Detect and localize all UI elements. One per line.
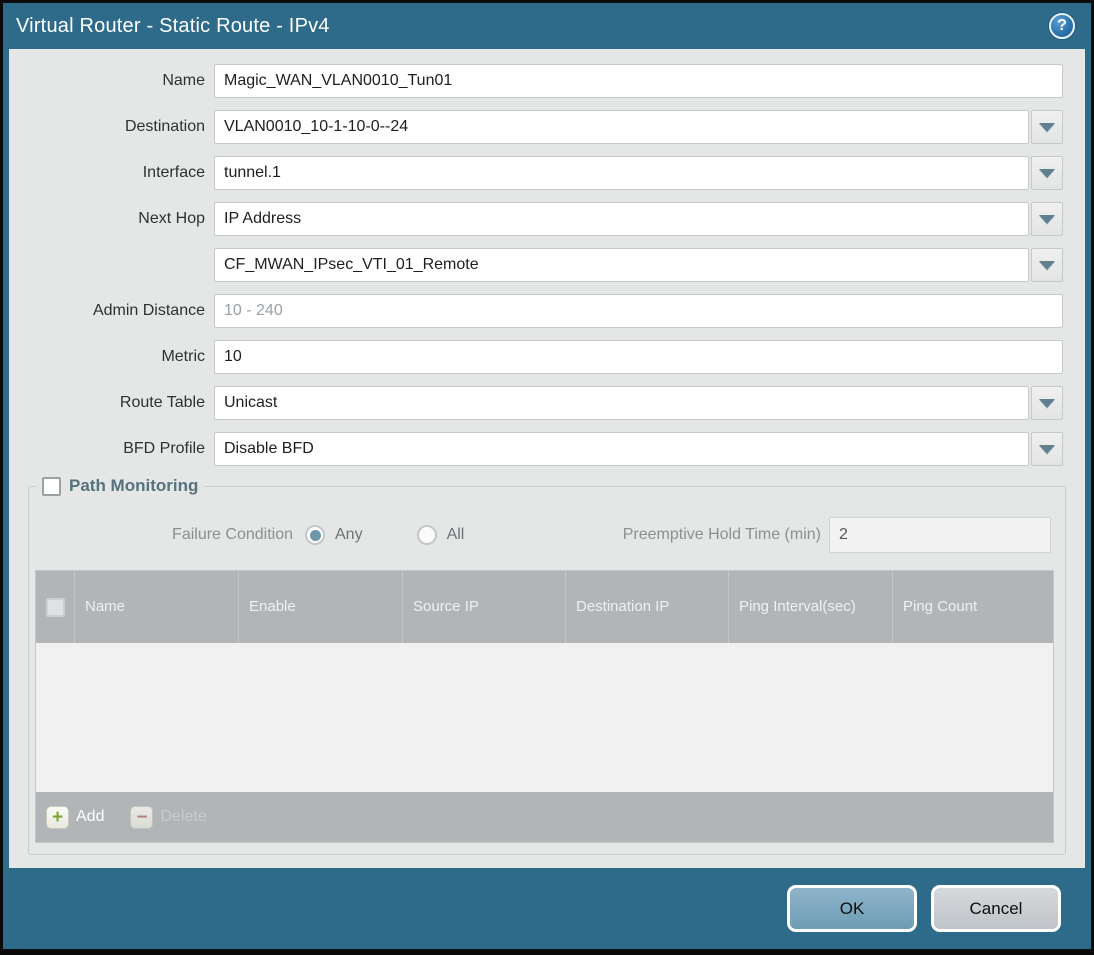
path-monitoring-table: Name Enable Source IP Destination IP Pin…: [35, 570, 1054, 843]
form-row-route-table: Route Table: [9, 386, 1063, 420]
add-button[interactable]: + Add: [46, 805, 105, 829]
delete-button: − Delete: [130, 805, 207, 829]
form-row-interface: Interface: [9, 156, 1063, 190]
select-all-checkbox: [45, 597, 65, 617]
failure-condition-all-radio: [416, 525, 437, 545]
static-route-dialog: Virtual Router - Static Route - IPv4 ? N…: [3, 3, 1091, 949]
chevron-down-icon: [1039, 444, 1055, 454]
chevron-down-icon: [1039, 260, 1055, 270]
failure-condition-row: Failure Condition Any All Preemptive Hol…: [35, 517, 1051, 553]
chevron-down-icon: [1039, 168, 1055, 178]
path-monitoring-table-body: [36, 643, 1053, 792]
form-row-metric: Metric: [9, 340, 1063, 374]
form-row-destination: Destination: [9, 110, 1063, 144]
bfd-profile-dropdown-button[interactable]: [1031, 432, 1063, 466]
chevron-down-icon: [1039, 214, 1055, 224]
next-hop-dropdown-button[interactable]: [1031, 202, 1063, 236]
destination-dropdown-button[interactable]: [1031, 110, 1063, 144]
path-monitoring-title: Path Monitoring: [69, 476, 199, 495]
radio-dot: [309, 529, 321, 541]
name-label: Name: [162, 72, 205, 89]
dialog-titlebar: Virtual Router - Static Route - IPv4 ?: [3, 3, 1091, 49]
interface-dropdown-button[interactable]: [1031, 156, 1063, 190]
path-monitoring-checkbox[interactable]: [42, 476, 61, 496]
destination-label: Destination: [124, 118, 205, 135]
chevron-down-icon: [1039, 398, 1055, 408]
path-monitoring-section: Path Monitoring Failure Condition Any Al…: [28, 476, 1066, 855]
dialog-footer: OK Cancel: [3, 868, 1091, 949]
column-header-destination-ip: Destination IP: [565, 571, 728, 643]
bfd-profile-label: BFD Profile: [123, 440, 205, 457]
preemptive-hold-time-label: Preemptive Hold Time (min): [622, 526, 821, 543]
column-header-source-ip: Source IP: [402, 571, 565, 643]
next-hop-label: Next Hop: [138, 210, 205, 227]
form-row-next-hop-address: [9, 248, 1063, 282]
preemptive-hold-time-input: [829, 517, 1051, 553]
path-monitoring-table-toolbar: + Add − Delete: [36, 792, 1053, 842]
route-table-input[interactable]: [214, 386, 1029, 420]
chevron-down-icon: [1039, 122, 1055, 132]
ok-button[interactable]: OK: [787, 885, 917, 932]
column-header-enable: Enable: [238, 571, 402, 643]
delete-button-label: Delete: [160, 808, 207, 825]
plus-icon: +: [46, 805, 69, 829]
column-header-ping-count: Ping Count: [892, 571, 1053, 643]
form-row-bfd-profile: BFD Profile: [9, 432, 1063, 466]
metric-input[interactable]: [214, 340, 1063, 374]
route-table-dropdown-button[interactable]: [1031, 386, 1063, 420]
admin-distance-label: Admin Distance: [92, 302, 205, 319]
interface-input[interactable]: [214, 156, 1029, 190]
form-row-admin-distance: Admin Distance: [9, 294, 1063, 328]
minus-icon: −: [130, 805, 154, 829]
path-monitoring-legend: Path Monitoring: [36, 476, 205, 496]
name-input[interactable]: [214, 64, 1063, 98]
interface-label: Interface: [142, 164, 205, 181]
failure-condition-label: Failure Condition: [172, 526, 293, 543]
next-hop-type-input[interactable]: [214, 202, 1029, 236]
bfd-profile-input[interactable]: [214, 432, 1029, 466]
add-button-label: Add: [76, 808, 105, 825]
help-icon[interactable]: ?: [1049, 13, 1075, 39]
dialog-body: Name Destination Interface Next Hop: [9, 49, 1085, 868]
form-row-name: Name: [9, 64, 1063, 98]
path-monitoring-table-header: Name Enable Source IP Destination IP Pin…: [36, 571, 1053, 643]
admin-distance-input[interactable]: [214, 294, 1063, 328]
failure-condition-all-label: All: [446, 526, 465, 543]
next-hop-address-dropdown-button[interactable]: [1031, 248, 1063, 282]
column-header-ping-interval: Ping Interval(sec): [728, 571, 892, 643]
failure-condition-any-radio: [305, 525, 325, 545]
next-hop-address-input[interactable]: [214, 248, 1029, 282]
dialog-title: Virtual Router - Static Route - IPv4: [16, 14, 330, 37]
form-row-next-hop: Next Hop: [9, 202, 1063, 236]
route-table-label: Route Table: [119, 394, 205, 411]
failure-condition-any-label: Any: [335, 526, 363, 543]
destination-input[interactable]: [214, 110, 1029, 144]
cancel-button[interactable]: Cancel: [931, 885, 1061, 932]
column-header-name: Name: [74, 571, 238, 643]
metric-label: Metric: [161, 348, 205, 365]
